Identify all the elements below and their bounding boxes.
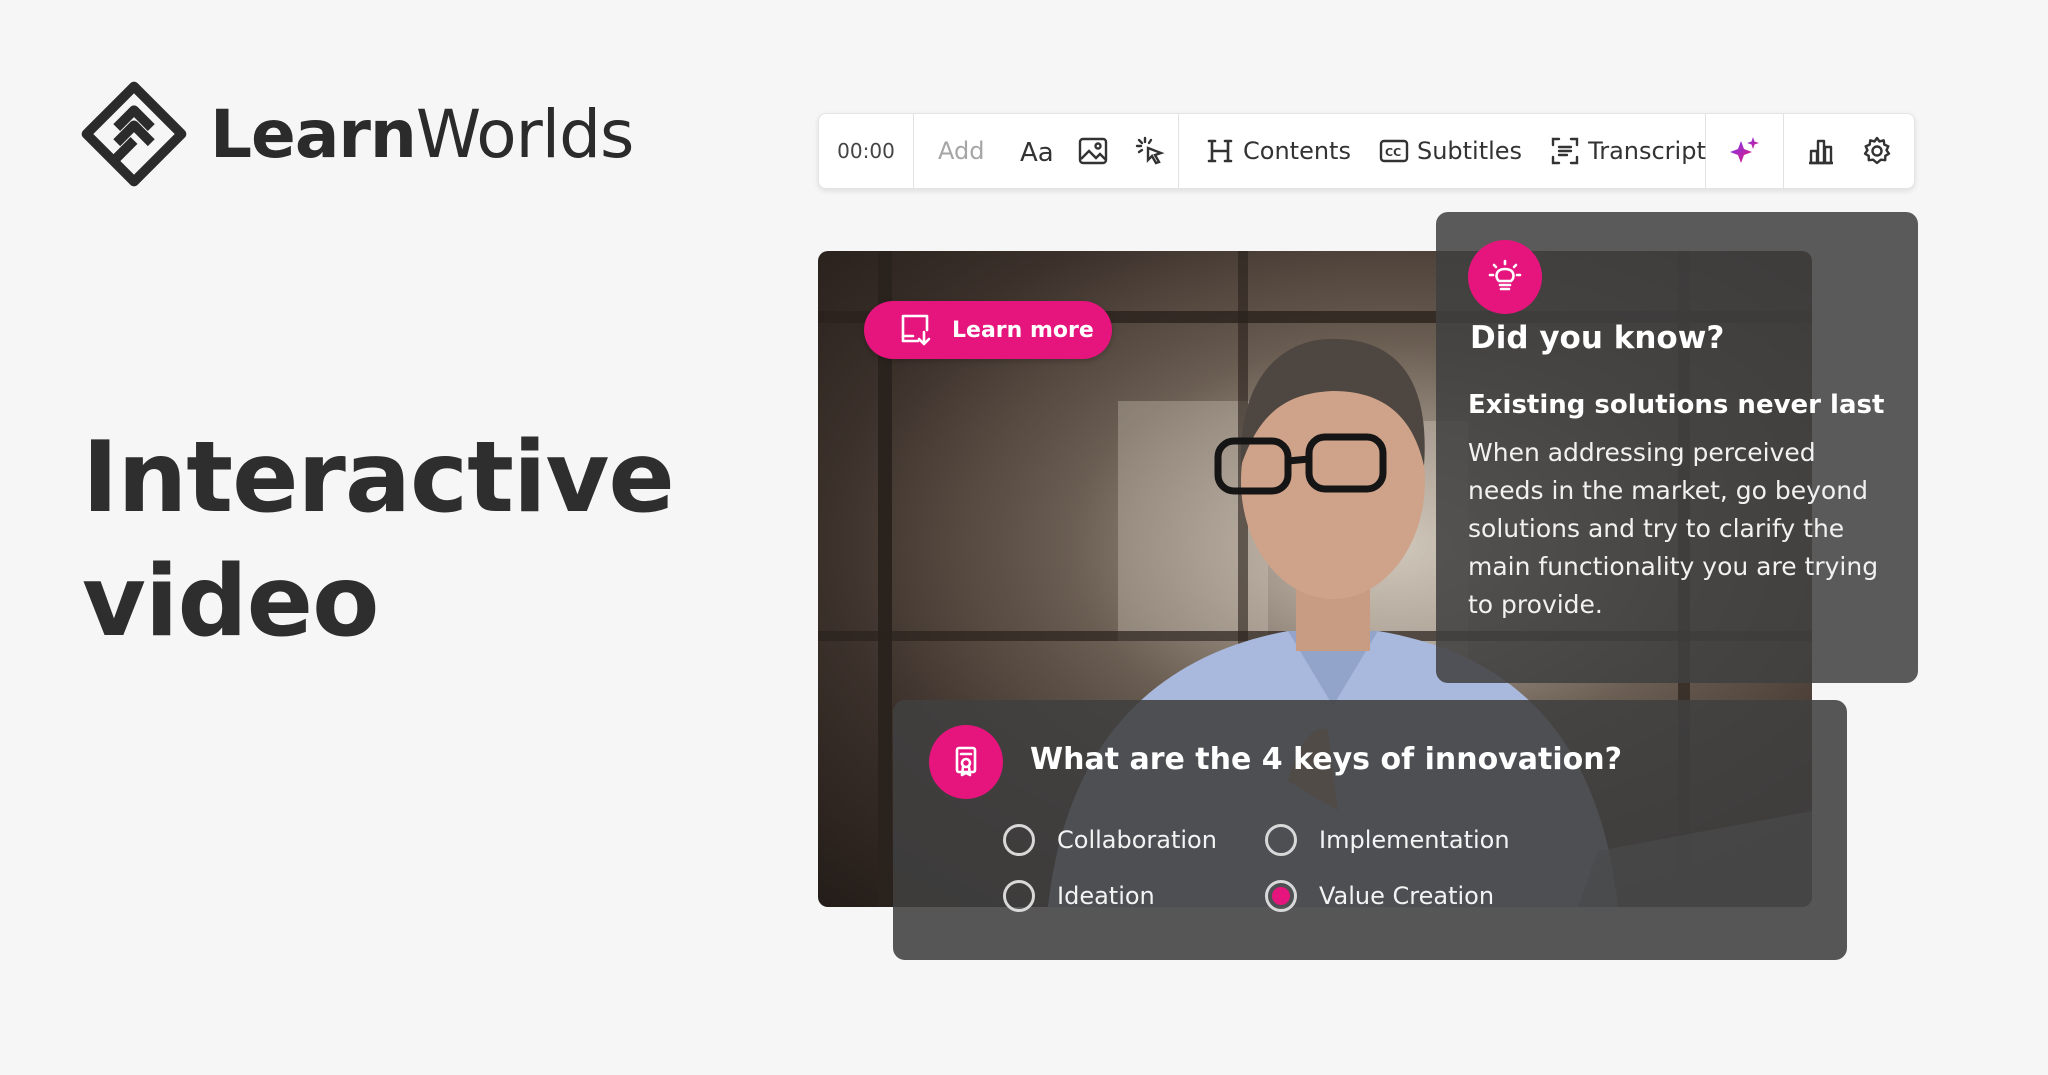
- learn-more-button[interactable]: Learn more: [864, 301, 1112, 359]
- quiz-card: What are the 4 keys of innovation? Colla…: [893, 700, 1847, 960]
- quiz-option-implementation[interactable]: Implementation: [1265, 824, 1510, 856]
- page-title: Interactive video: [82, 416, 675, 664]
- page-title-line-1: Interactive: [82, 421, 675, 535]
- subtitles-label: Subtitles: [1416, 137, 1523, 165]
- did-you-know-card: Did you know? Existing solutions never l…: [1436, 212, 1918, 683]
- quiz-option-collaboration[interactable]: Collaboration: [1003, 824, 1217, 856]
- transcript-icon: [1548, 134, 1582, 168]
- sparkles-icon: [1728, 134, 1762, 168]
- subtitles-button[interactable]: CC Subtitles: [1377, 134, 1522, 168]
- panel-tabs: Contents CC Subtitles Transcript: [1179, 114, 1706, 188]
- quiz-option-ideation[interactable]: Ideation: [1003, 880, 1155, 912]
- ai-assistant-button[interactable]: [1728, 134, 1762, 168]
- learnworlds-logo-icon: [81, 81, 187, 187]
- quiz-option-value-creation[interactable]: Value Creation: [1265, 880, 1494, 912]
- svg-text:CC: CC: [1385, 146, 1401, 159]
- bar-chart-icon: [1804, 134, 1838, 168]
- radio-button[interactable]: [1003, 880, 1035, 912]
- text-tool-button[interactable]: Aa: [1008, 134, 1065, 168]
- brand-name: LearnWorlds: [210, 95, 634, 173]
- contents-label: Contents: [1243, 137, 1351, 165]
- did-you-know-body: When addressing perceived needs in the m…: [1468, 438, 1879, 619]
- lightbulb-icon: [1488, 259, 1522, 291]
- quiz-badge: [929, 725, 1003, 799]
- click-icon: [1133, 134, 1167, 168]
- gear-icon: [1860, 134, 1894, 168]
- add-label: Add: [938, 137, 985, 165]
- text-icon: Aa: [1020, 134, 1054, 168]
- page-title-line-2: video: [82, 545, 379, 659]
- radio-button-selected[interactable]: [1265, 880, 1297, 912]
- quiz-option-label: Collaboration: [1057, 826, 1217, 854]
- did-you-know-subtitle: Existing solutions never last: [1468, 390, 1885, 420]
- radio-button[interactable]: [1265, 824, 1297, 856]
- image-tool-button[interactable]: [1065, 134, 1122, 168]
- transcript-label: Transcript: [1588, 137, 1706, 165]
- quiz-option-label: Implementation: [1319, 826, 1510, 854]
- certificate-icon: [955, 746, 977, 777]
- closed-captions-icon: CC: [1377, 134, 1411, 168]
- video-editor-toolbar: 00:00 Add Aa Contents CC Subtitles Trans…: [818, 113, 1915, 189]
- transcript-button[interactable]: Transcript: [1548, 134, 1706, 168]
- brand-logo: LearnWorlds: [80, 80, 634, 188]
- image-icon: [1076, 134, 1110, 168]
- did-you-know-title: Did you know?: [1470, 320, 1725, 356]
- settings-button[interactable]: [1849, 134, 1905, 168]
- download-doc-icon: [901, 314, 931, 346]
- add-tools: Add Aa: [914, 114, 1179, 188]
- ai-section: [1706, 114, 1784, 188]
- quiz-question: What are the 4 keys of innovation?: [1030, 742, 1622, 777]
- quiz-option-label: Ideation: [1057, 882, 1155, 910]
- contents-button[interactable]: Contents: [1203, 134, 1351, 168]
- analytics-button[interactable]: [1793, 134, 1849, 168]
- radio-button[interactable]: [1003, 824, 1035, 856]
- svg-text:Aa: Aa: [1020, 138, 1054, 166]
- tip-badge: [1468, 240, 1542, 314]
- learn-more-label: Learn more: [952, 317, 1094, 343]
- quiz-option-label: Value Creation: [1319, 882, 1495, 910]
- timestamp: 00:00: [819, 114, 914, 188]
- hotspot-tool-button[interactable]: [1122, 134, 1179, 168]
- utility-section: [1784, 114, 1914, 188]
- heading-icon: [1203, 134, 1237, 168]
